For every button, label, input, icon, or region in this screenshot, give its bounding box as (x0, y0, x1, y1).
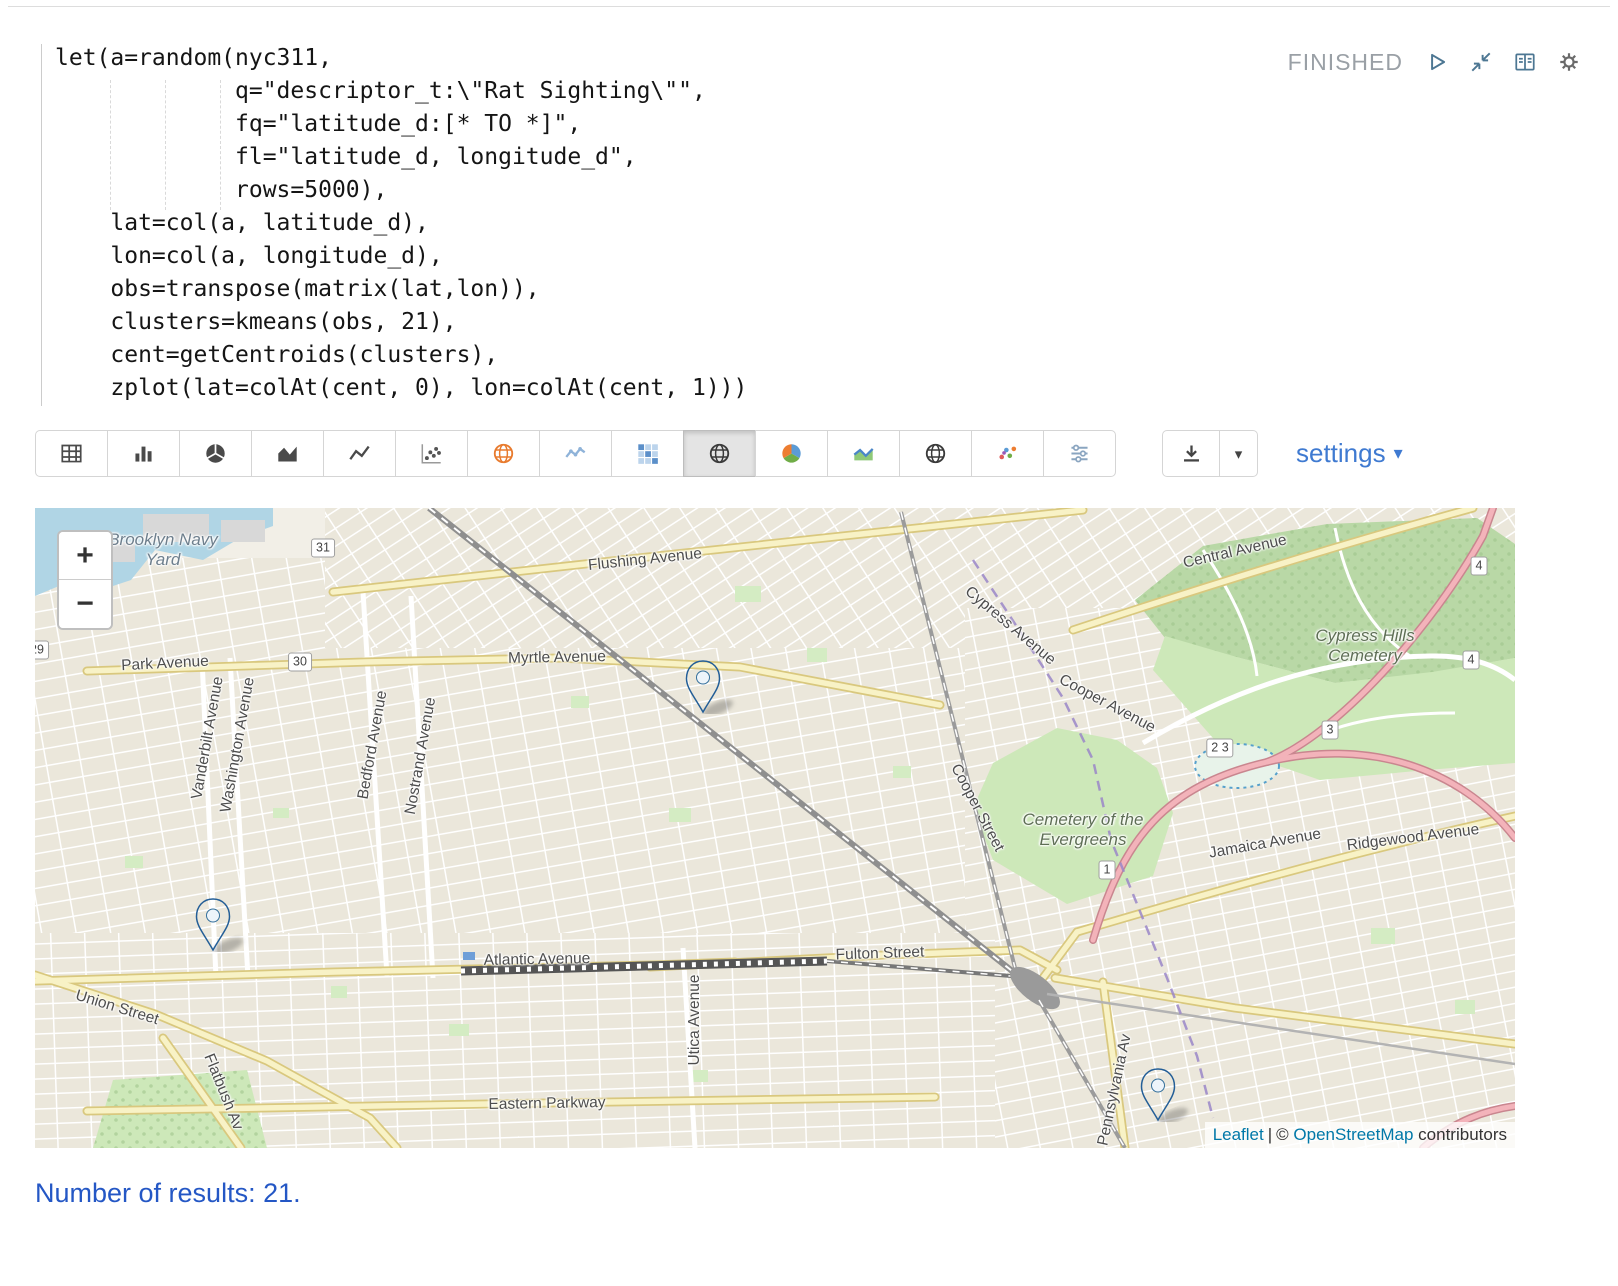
settings-toggle[interactable]: settings ▾ (1296, 438, 1403, 469)
copyright-symbol: © (1276, 1125, 1289, 1144)
viz-button-area-color[interactable] (827, 430, 900, 477)
viz-button-sliders[interactable] (1043, 430, 1116, 477)
paragraph-controls (1423, 48, 1583, 76)
table-icon (60, 442, 83, 465)
viz-button-spark[interactable] (539, 430, 612, 477)
spark-icon (564, 442, 587, 465)
map-street-label: Utica Avenue (686, 974, 704, 1065)
route-ref: 30 (288, 653, 312, 672)
viz-button-bar[interactable] (107, 430, 180, 477)
globe2-icon (924, 442, 947, 465)
area-icon (276, 442, 299, 465)
map-marker[interactable] (684, 660, 754, 714)
map-street-label: Fulton Street (835, 943, 924, 964)
map-marker[interactable] (1139, 1068, 1209, 1122)
attribution-separator: | (1268, 1125, 1272, 1144)
viz-button-scatter[interactable] (395, 430, 468, 477)
viz-button-globe2[interactable] (899, 430, 972, 477)
viz-toolbar-group (35, 430, 1116, 477)
download-caret-button[interactable]: ▾ (1220, 430, 1258, 477)
map-place-label: Brooklyn Navy Yard (108, 530, 218, 570)
bar-icon (132, 442, 155, 465)
gear-icon (1557, 50, 1581, 74)
code-line: obs=transpose(matrix(lat,lon)), (55, 273, 1155, 306)
code-line: cent=getCentroids(clusters), (55, 339, 1155, 372)
route-ref: 4 (1471, 557, 1488, 576)
indent-guide (110, 80, 111, 210)
gear-button[interactable] (1555, 48, 1583, 76)
pie-icon (204, 442, 227, 465)
map-marker[interactable] (194, 898, 264, 952)
sliders-icon (1068, 442, 1091, 465)
download-icon (1180, 442, 1203, 465)
viz-button-area[interactable] (251, 430, 324, 477)
results-count-text: Number of results: 21. (35, 1178, 301, 1209)
viz-button-line[interactable] (323, 430, 396, 477)
code-line: lat=col(a, latitude_d), (55, 207, 1155, 240)
code-line: zplot(lat=colAt(cent, 0), lon=colAt(cent… (55, 372, 1155, 405)
viz-toolbar: ▾ settings ▾ (35, 430, 1583, 477)
editor-gutter-line (41, 44, 42, 406)
map-street-label: Atlantic Avenue (484, 950, 591, 970)
report-icon (1513, 50, 1537, 74)
run-button[interactable] (1423, 48, 1451, 76)
indent-guide (165, 80, 166, 210)
settings-label: settings (1296, 438, 1386, 469)
paragraph-top-border (8, 6, 1610, 7)
map-street-label: Myrtle Avenue (508, 648, 606, 668)
caret-down-icon: ▾ (1394, 443, 1403, 464)
leaflet-link[interactable]: Leaflet (1213, 1125, 1264, 1144)
shrink-button[interactable] (1467, 48, 1495, 76)
route-ref: 29 (35, 641, 49, 660)
globe-icon (708, 442, 731, 465)
attribution-suffix: contributors (1418, 1125, 1507, 1144)
zoom-in-button[interactable]: + (59, 532, 111, 580)
pie-color-icon (780, 442, 803, 465)
scatter-icon (420, 442, 443, 465)
map-attribution: Leaflet|© OpenStreetMap contributors (1205, 1122, 1515, 1148)
code-line: clusters=kmeans(obs, 21), (55, 306, 1155, 339)
paragraph-status: FINISHED (1288, 49, 1403, 76)
area-color-icon (852, 442, 875, 465)
code-line: lon=col(a, longitude_d), (55, 240, 1155, 273)
map-tiles (35, 508, 1515, 1148)
viz-button-table[interactable] (35, 430, 108, 477)
shrink-icon (1469, 50, 1493, 74)
map-place-label: Cypress Hills Cemetery (1300, 626, 1430, 666)
route-ref: 1 (1099, 861, 1116, 880)
route-ref: 2 3 (1206, 739, 1233, 758)
route-ref: 31 (311, 539, 335, 558)
viz-button-heatgrid[interactable] (611, 430, 684, 477)
code-line: let(a=random(nyc311, (55, 42, 1155, 75)
viz-button-globe-orange[interactable] (467, 430, 540, 477)
viz-button-scatter-color[interactable] (971, 430, 1044, 477)
globe-orange-icon (492, 442, 515, 465)
zoom-control: + − (57, 530, 113, 630)
line-icon (348, 442, 371, 465)
download-split-button: ▾ (1162, 430, 1258, 477)
paragraph-code-editor[interactable]: let(a=random(nyc311, q="descriptor_t:\"R… (55, 42, 1155, 405)
map-street-label: Eastern Parkway (488, 1094, 605, 1114)
map-place-label: Cemetery of the Evergreens (1008, 810, 1158, 850)
indent-guide (220, 80, 221, 210)
scatter-color-icon (996, 442, 1019, 465)
viz-button-pie[interactable] (179, 430, 252, 477)
route-ref: 3 (1322, 721, 1339, 740)
caret-down-icon: ▾ (1235, 445, 1243, 463)
heatgrid-icon (636, 442, 659, 465)
zeppelin-paragraph: let(a=random(nyc311, q="descriptor_t:\"R… (0, 0, 1618, 1286)
viz-button-globe[interactable] (683, 430, 756, 477)
osm-link[interactable]: OpenStreetMap (1293, 1125, 1413, 1144)
viz-button-pie-color[interactable] (755, 430, 828, 477)
leaflet-map[interactable]: Brooklyn Navy Yard Flushing Avenue Myrtl… (35, 508, 1515, 1148)
run-icon (1425, 50, 1449, 74)
zoom-out-button[interactable]: − (59, 580, 111, 628)
report-button[interactable] (1511, 48, 1539, 76)
route-ref: 4 (1463, 651, 1480, 670)
download-button[interactable] (1162, 430, 1220, 477)
